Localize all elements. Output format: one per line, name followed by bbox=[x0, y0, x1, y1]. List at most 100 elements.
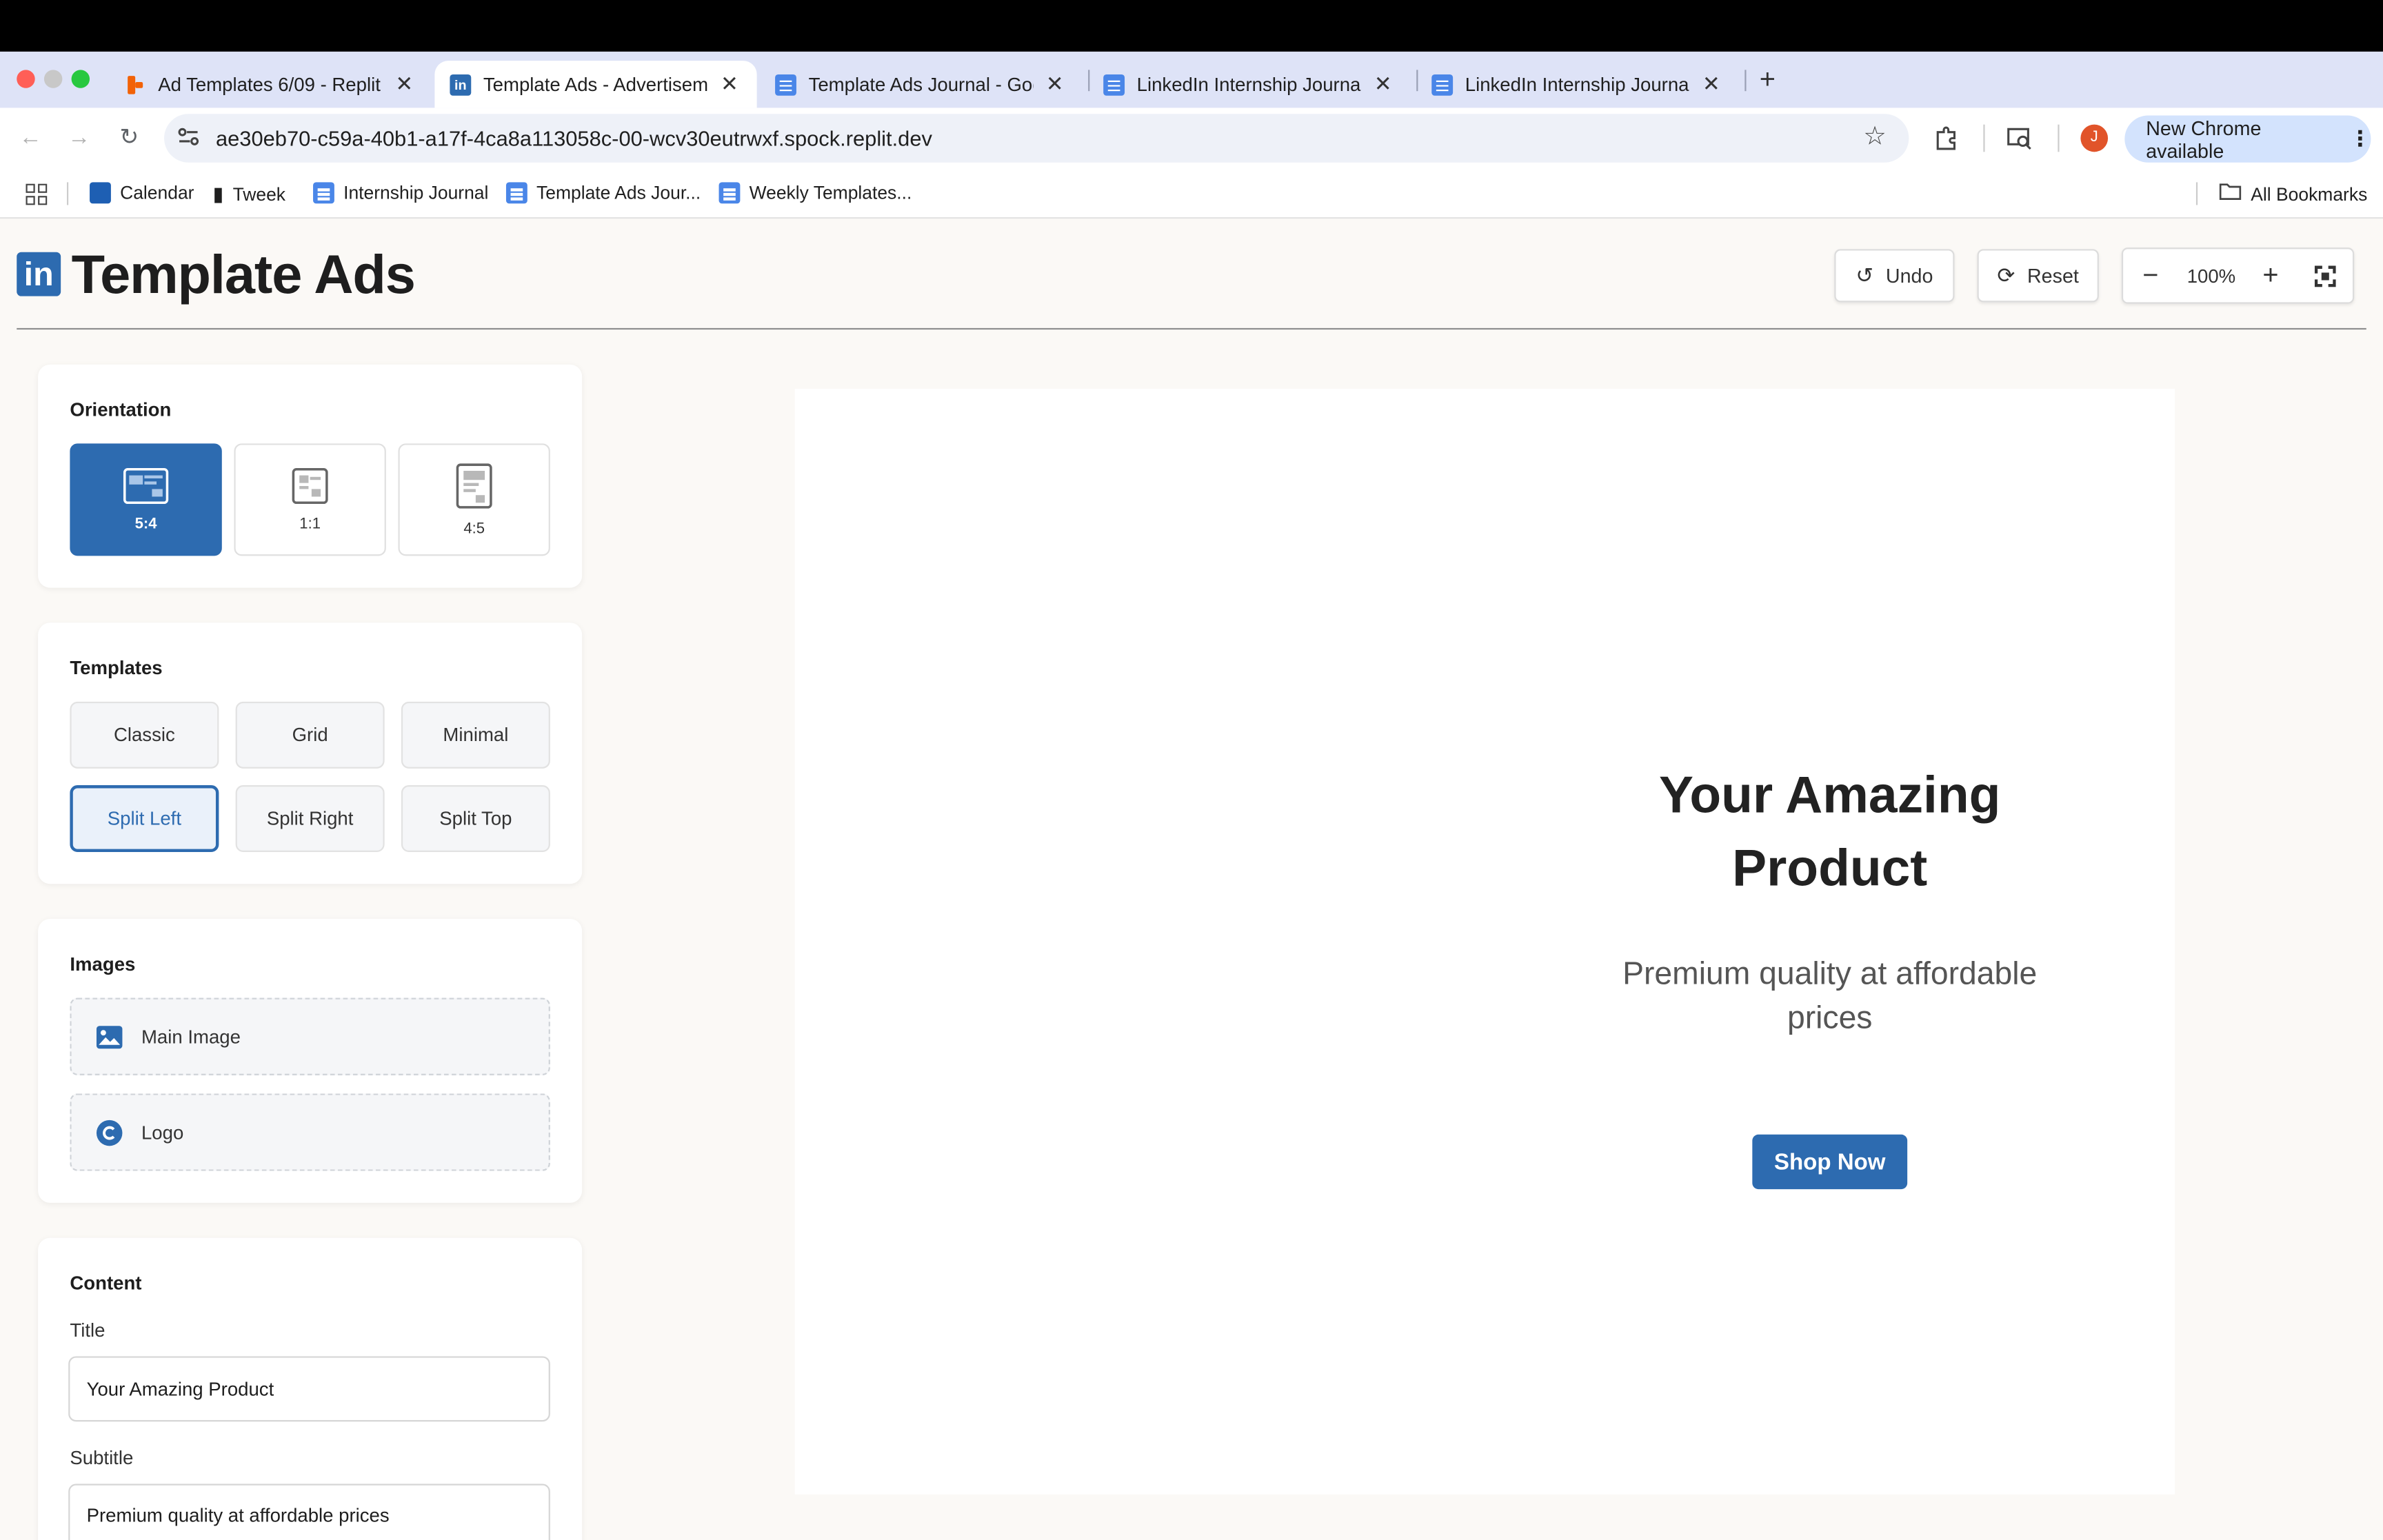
bookmark-label: Internship Journal bbox=[343, 182, 489, 204]
bookmark-label: Calendar bbox=[120, 182, 194, 204]
close-icon[interactable]: ✕ bbox=[717, 72, 741, 97]
tweek-icon: ▮ bbox=[212, 182, 224, 205]
template-split-right-button[interactable]: Split Right bbox=[235, 785, 385, 852]
ad-subtitle-line: prices bbox=[1787, 1000, 1873, 1036]
bookmark-label: All Bookmarks bbox=[2251, 183, 2368, 205]
more-menu-icon[interactable]: ⋮ bbox=[2350, 126, 2371, 152]
landscape-icon bbox=[123, 467, 169, 503]
logo-upload[interactable]: Logo bbox=[70, 1093, 550, 1171]
images-heading: Images bbox=[70, 953, 136, 975]
fit-screen-button[interactable] bbox=[2307, 249, 2344, 302]
subtitle-input[interactable]: Premium quality at affordable prices bbox=[68, 1483, 550, 1540]
copyright-icon bbox=[96, 1119, 123, 1146]
zoom-out-button[interactable]: − bbox=[2132, 249, 2169, 302]
back-icon[interactable]: ← bbox=[15, 123, 46, 153]
tab-title: LinkedIn Internship Journal 2025 bbox=[1136, 73, 1362, 95]
new-tab-button[interactable]: + bbox=[1752, 64, 1782, 94]
undo-button[interactable]: ↺ Undo bbox=[1834, 249, 1955, 303]
replit-icon bbox=[125, 74, 146, 95]
linkedin-logo: in bbox=[17, 252, 61, 296]
reset-icon: ⟳ bbox=[1997, 263, 2015, 287]
orientation-4-5-button[interactable]: 4:5 bbox=[398, 443, 550, 556]
site-settings-icon[interactable] bbox=[177, 125, 201, 149]
orientation-1-1-button[interactable]: 1:1 bbox=[234, 443, 386, 556]
template-minimal-button[interactable]: Minimal bbox=[401, 701, 550, 769]
close-icon[interactable]: ✕ bbox=[1043, 72, 1067, 97]
all-bookmarks-button[interactable]: All Bookmarks bbox=[2219, 182, 2367, 205]
minimize-window-button[interactable] bbox=[43, 70, 63, 88]
bookmark-label: Tweek bbox=[232, 183, 286, 205]
bookmark-weekly-templates[interactable]: Weekly Templates... bbox=[718, 182, 912, 204]
title-input[interactable]: Your Amazing Product bbox=[68, 1356, 550, 1422]
content-heading: Content bbox=[70, 1273, 142, 1295]
close-icon[interactable]: ✕ bbox=[1371, 72, 1395, 97]
main-image-label: Main Image bbox=[141, 1026, 241, 1048]
bookmark-internship-journal[interactable]: Internship Journal bbox=[313, 182, 489, 204]
maximize-window-button[interactable] bbox=[71, 70, 90, 88]
reset-label: Reset bbox=[2027, 264, 2079, 287]
orientation-heading: Orientation bbox=[70, 399, 172, 421]
tab-title: LinkedIn Internship Journal 2025 bbox=[1465, 73, 1690, 95]
bookmark-star-icon[interactable]: ☆ bbox=[1863, 121, 1887, 152]
shop-now-button[interactable]: Shop Now bbox=[1752, 1134, 1908, 1190]
bookmark-template-ads-journal[interactable]: Template Ads Jour... bbox=[505, 182, 701, 204]
bookmarks-divider bbox=[2195, 182, 2198, 205]
orientation-label: 1:1 bbox=[299, 515, 321, 533]
zoom-in-button[interactable]: + bbox=[2252, 249, 2289, 302]
ad-subtitle[interactable]: Premium quality at affordable prices bbox=[1483, 952, 2176, 1040]
tab-title: Template Ads Journal - Google bbox=[808, 73, 1034, 95]
ad-title-line: Your Amazing bbox=[1658, 767, 2001, 825]
page-title: Template Ads bbox=[71, 243, 416, 305]
square-icon bbox=[292, 467, 328, 503]
toolbar-divider bbox=[1983, 124, 1985, 152]
url-text[interactable]: ae30eb70-c59a-40b1-a17f-4ca8a113058c-00-… bbox=[216, 126, 932, 150]
images-panel: Images Main Image Logo bbox=[38, 918, 583, 1203]
tab-internship-journal-2[interactable]: LinkedIn Internship Journal 2025 ✕ bbox=[1416, 61, 1738, 108]
close-icon[interactable]: ✕ bbox=[392, 72, 416, 97]
bookmarks-divider bbox=[66, 182, 69, 205]
tab-template-ads-journal[interactable]: Template Ads Journal - Google ✕ bbox=[760, 61, 1082, 108]
title-field-label: Title bbox=[70, 1319, 105, 1341]
reload-icon[interactable]: ↻ bbox=[114, 123, 144, 153]
template-split-top-button[interactable]: Split Top bbox=[401, 785, 550, 852]
template-split-left-button[interactable]: Split Left bbox=[70, 785, 219, 852]
tab-template-ads[interactable]: in Template Ads - Advertisement ✕ bbox=[434, 61, 757, 108]
orientation-5-4-button[interactable]: 5:4 bbox=[70, 443, 222, 556]
ad-subtitle-line: Premium quality at affordable bbox=[1622, 957, 2038, 992]
google-docs-icon bbox=[1431, 73, 1454, 95]
tab-title: Ad Templates 6/09 - Replit bbox=[158, 73, 381, 95]
cast-search-icon[interactable] bbox=[2006, 125, 2033, 152]
close-window-button[interactable] bbox=[17, 70, 35, 88]
templates-panel: Templates Classic Grid Minimal Split Lef… bbox=[38, 622, 583, 884]
bookmark-calendar[interactable]: Calendar bbox=[90, 182, 194, 204]
tab-title: Template Ads - Advertisement bbox=[483, 73, 709, 95]
portrait-icon bbox=[456, 463, 492, 508]
profile-avatar[interactable]: J bbox=[2080, 124, 2109, 152]
main-image-upload[interactable]: Main Image bbox=[70, 997, 550, 1075]
reset-button[interactable]: ⟳ Reset bbox=[1977, 249, 2099, 303]
close-icon[interactable]: ✕ bbox=[1699, 72, 1723, 97]
chrome-update-button[interactable]: New Chrome available ⋮ bbox=[2124, 115, 2371, 163]
chrome-update-label: New Chrome available bbox=[2146, 116, 2262, 162]
extensions-icon[interactable] bbox=[1933, 125, 1961, 152]
bookmark-label: Weekly Templates... bbox=[749, 182, 912, 204]
bookmark-label: Template Ads Jour... bbox=[536, 182, 701, 204]
toolbar-divider bbox=[2058, 124, 2060, 152]
expand-icon bbox=[2314, 265, 2336, 287]
google-docs-icon bbox=[1103, 73, 1125, 95]
zoom-controls: − 100% + bbox=[2121, 247, 2355, 304]
template-grid-button[interactable]: Grid bbox=[235, 701, 385, 769]
google-docs-icon bbox=[313, 182, 334, 204]
ad-preview-canvas[interactable] bbox=[794, 389, 2175, 1495]
header-divider bbox=[17, 327, 2366, 330]
ad-title[interactable]: Your Amazing Product bbox=[1483, 760, 2176, 906]
forward-icon[interactable]: → bbox=[64, 123, 94, 153]
apps-grid-icon[interactable] bbox=[26, 183, 48, 205]
tab-replit[interactable]: Ad Templates 6/09 - Replit ✕ bbox=[110, 61, 432, 108]
template-classic-button[interactable]: Classic bbox=[70, 701, 219, 769]
zoom-level: 100% bbox=[2186, 265, 2236, 287]
image-icon bbox=[96, 1025, 123, 1048]
tab-divider bbox=[1744, 70, 1747, 92]
tab-internship-journal-1[interactable]: LinkedIn Internship Journal 2025 ✕ bbox=[1088, 61, 1410, 108]
bookmark-tweek[interactable]: ▮ Tweek bbox=[213, 182, 285, 206]
